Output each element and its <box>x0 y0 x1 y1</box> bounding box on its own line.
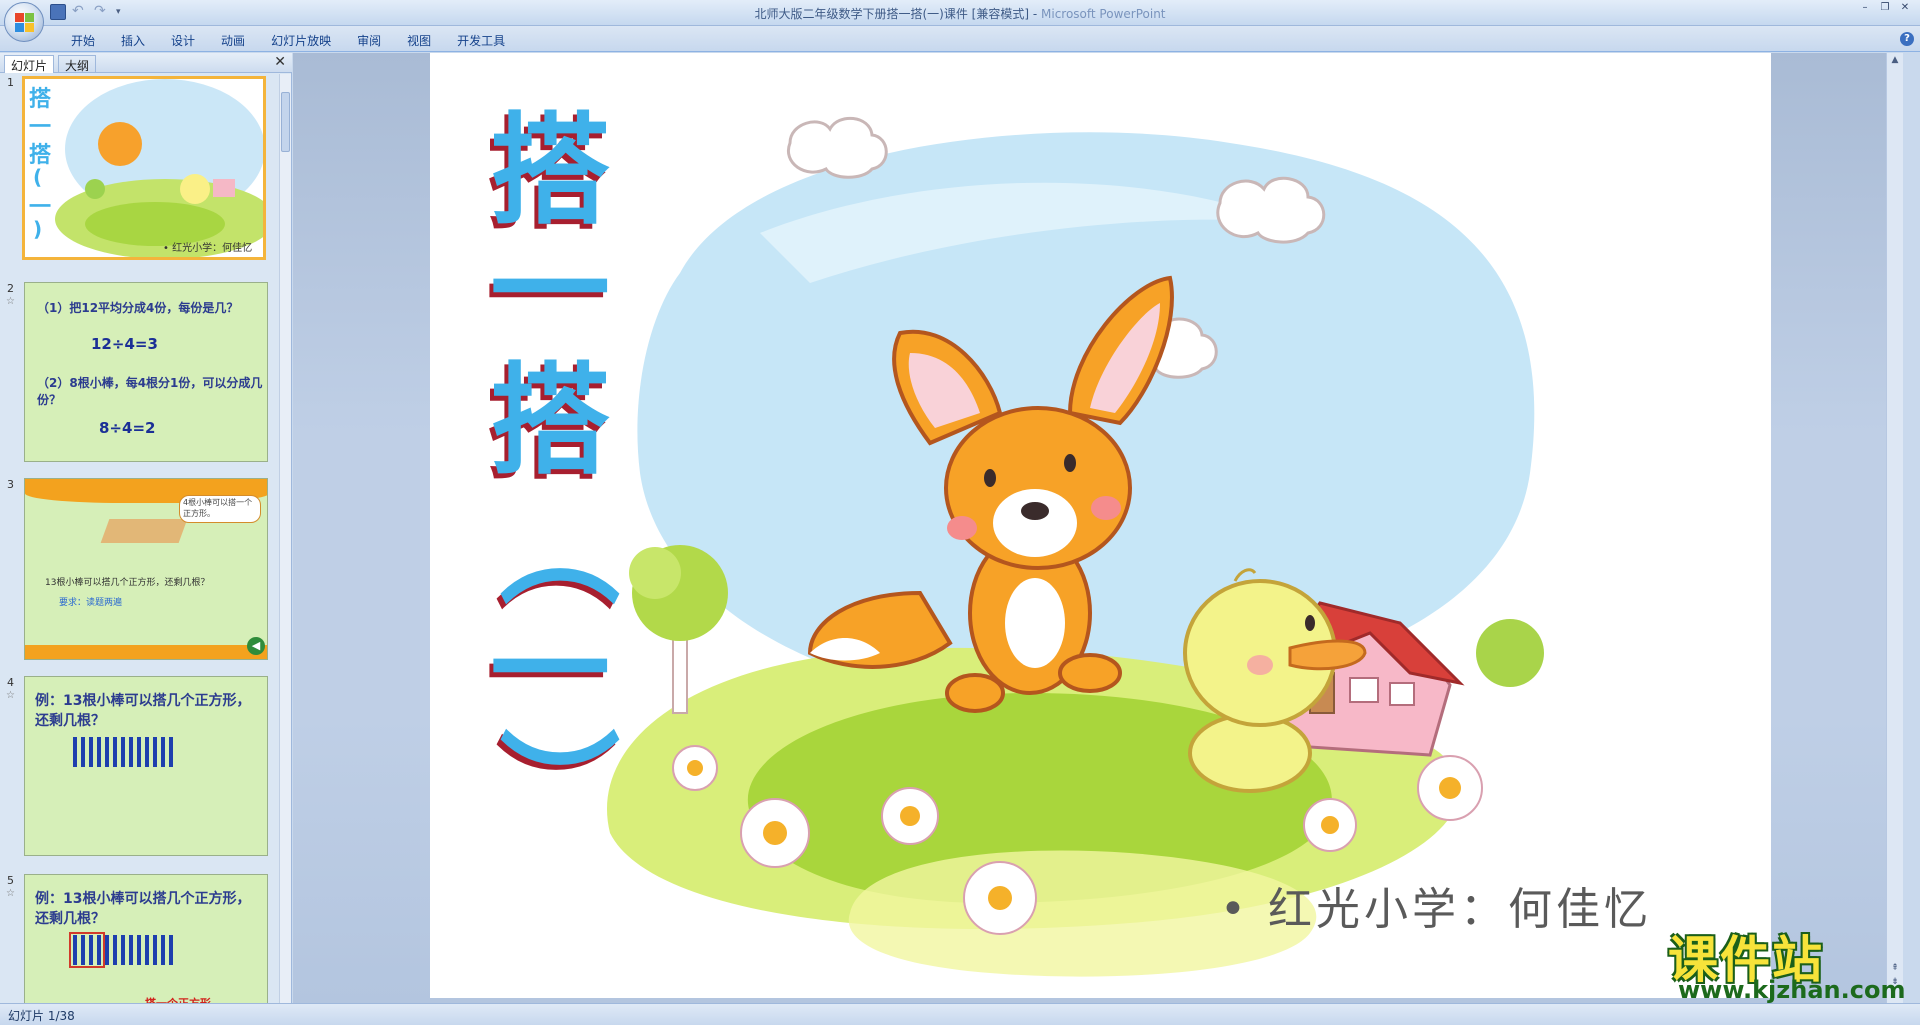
stick <box>89 935 93 965</box>
stick <box>169 935 173 965</box>
scroll-up-icon[interactable]: ▲ <box>1889 55 1901 67</box>
slide-thumbnail-5[interactable]: 例：13根小棒可以搭几个正方形，还剩几根？ 搭一个正方形 <box>24 874 268 1003</box>
thumb-next-icon: ◀ <box>247 637 265 655</box>
stick <box>145 737 149 767</box>
stick <box>113 737 117 767</box>
stick <box>137 935 141 965</box>
stick <box>169 737 173 767</box>
thumb-title-char: ) <box>33 217 43 241</box>
editor-scrollbar[interactable]: ▲ ⇞ ⇟ <box>1886 53 1903 1003</box>
slide-number: 5 <box>7 874 14 887</box>
animation-icon: ☆ <box>6 690 15 701</box>
close-button[interactable]: ✕ <box>1896 2 1914 16</box>
pane-tabs: 幻灯片 大纲 ✕ <box>0 53 292 73</box>
slide-thumbnail-4[interactable]: 例：13根小棒可以搭几个正方形，还剩几根？ <box>24 676 268 856</box>
status-bar: 幻灯片 1/38 <box>0 1003 1920 1025</box>
tab-slideshow[interactable]: 幻灯片放映 <box>258 30 344 51</box>
slide-thumbnails: 1 搭 一 搭 ( 一 ) • 红光小学：何佳忆 2 ☆ （1）把12平均分成4… <box>0 74 278 1003</box>
slide-illustration <box>607 116 1544 977</box>
stick <box>145 935 149 965</box>
stick <box>97 737 101 767</box>
office-logo-icon <box>15 13 35 33</box>
watermark-url: www.kjzhan.com <box>1678 976 1906 1004</box>
tab-design[interactable]: 设计 <box>158 30 208 51</box>
thumb-table <box>100 519 188 543</box>
thumb-equation: 12÷4=3 <box>91 335 158 353</box>
tab-home[interactable]: 开始 <box>58 30 108 51</box>
slide-byline: • 红光小学：何佳忆 <box>1220 884 1652 935</box>
stick <box>121 737 125 767</box>
stick <box>89 737 93 767</box>
stick <box>121 935 125 965</box>
tab-developer[interactable]: 开发工具 <box>444 30 518 51</box>
slide-title-char: ︵ <box>500 480 620 621</box>
minimize-button[interactable]: – <box>1856 2 1874 16</box>
slides-pane: 幻灯片 大纲 ✕ 1 搭 一 搭 ( 一) • 红光小学：何佳忆 2 ☆ （1… <box>0 53 292 1003</box>
stick <box>97 935 101 965</box>
thumb-equation: 8÷4=2 <box>99 419 156 437</box>
thumb-footer-bar <box>25 645 267 659</box>
office-button[interactable] <box>4 2 44 42</box>
window-title: 北师大版二年级数学下册搭一搭(一)课件 [兼容模式] - Microsoft P… <box>0 5 1920 22</box>
app-name: Microsoft PowerPoint <box>1041 7 1166 21</box>
scroll-thumb[interactable] <box>281 92 290 152</box>
thumb-question: 13根小棒可以搭几个正方形，还剩几根？ <box>45 578 210 588</box>
restore-button[interactable]: ❐ <box>1876 2 1894 16</box>
stick <box>153 935 157 965</box>
close-pane-icon[interactable]: ✕ <box>274 54 286 70</box>
stick <box>137 737 141 767</box>
thumb-question: （2）8根小棒，每4根分1份，可以分成几份？ <box>37 376 263 407</box>
tab-insert[interactable]: 插入 <box>108 30 158 51</box>
stick <box>113 935 117 965</box>
stick <box>129 737 133 767</box>
thumbnails-scrollbar[interactable] <box>279 74 291 1003</box>
watermark: 课件站 www.kjzhan.com <box>1668 920 1905 1006</box>
thumb-byline: • 红光小学：何佳忆 <box>163 243 253 254</box>
stick <box>73 737 77 767</box>
stick <box>153 737 157 767</box>
thumb-question: （1）把12平均分成4份，每份是几？ <box>37 301 239 315</box>
animation-icon: ☆ <box>6 888 15 899</box>
thumb-title-char: ( <box>33 165 43 189</box>
slide-thumbnail-1[interactable]: 搭 一 搭 ( 一 ) • 红光小学：何佳忆 <box>22 76 266 260</box>
slide-thumbnail-3[interactable]: 4根小棒可以搭一个正方形。 13根小棒可以搭几个正方形，还剩几根？ 要求：读题两… <box>24 478 268 660</box>
sticks-row <box>73 737 173 767</box>
thumb-bubble-text: 4根小棒可以搭一个正方形。 <box>183 498 253 518</box>
stick <box>161 935 165 965</box>
stick <box>161 737 165 767</box>
slide-number: 4 <box>7 676 14 689</box>
document-title: 北师大版二年级数学下册搭一搭(一)课件 [兼容模式] - <box>754 7 1041 21</box>
stick <box>81 737 85 767</box>
tab-animations[interactable]: 动画 <box>208 30 258 51</box>
sticks-row <box>69 932 173 968</box>
slide-counter: 幻灯片 1/38 <box>8 1009 75 1023</box>
tab-view[interactable]: 视图 <box>394 30 444 51</box>
title-bar: ↶ ↷ ▾ 北师大版二年级数学下册搭一搭(一)课件 [兼容模式] - Micro… <box>0 0 1920 42</box>
slide-number: 1 <box>7 76 14 89</box>
slide-number: 3 <box>7 478 14 491</box>
slide-thumbnail-2[interactable]: （1）把12平均分成4份，每份是几？ 12÷4=3 （2）8根小棒，每4根分1份… <box>24 282 268 462</box>
stick <box>105 737 109 767</box>
stick <box>81 935 85 965</box>
tab-slides[interactable]: 幻灯片 <box>4 55 55 73</box>
thumbnail-illustration <box>55 79 263 257</box>
slide-editor: 搭 一 搭 一 ︵ ︶ • 红光小学：何佳忆 ▲ ⇞ ⇟ 课件站 www.kjz… <box>293 53 1905 1006</box>
ribbon-tabs: 开始 插入 设计 动画 幻灯片放映 审阅 视图 开发工具 <box>58 30 518 51</box>
tab-outline[interactable]: 大纲 <box>58 55 97 73</box>
animation-icon: ☆ <box>6 296 15 307</box>
slide-canvas[interactable]: 搭 一 搭 一 ︵ ︶ • 红光小学：何佳忆 <box>430 53 1771 998</box>
slide-title-char: ︶ <box>500 720 620 861</box>
window-controls: – ❐ ✕ <box>1856 2 1914 16</box>
thumb-requirement: 要求：读题两遍 <box>59 598 123 608</box>
stick <box>73 935 77 965</box>
stick <box>105 935 109 965</box>
slide-number: 2 <box>7 282 14 295</box>
thumb-example: 例：13根小棒可以搭几个正方形，还剩几根？ <box>35 693 251 729</box>
thumb-caption: 搭一个正方形 <box>145 995 211 1003</box>
help-icon[interactable]: ? <box>1900 32 1914 46</box>
tab-review[interactable]: 审阅 <box>344 30 394 51</box>
thumb-example: 例：13根小棒可以搭几个正方形，还剩几根？ <box>35 891 251 927</box>
ribbon: 开始 插入 设计 动画 幻灯片放映 审阅 视图 开发工具 ? <box>0 26 1920 52</box>
stick <box>129 935 133 965</box>
